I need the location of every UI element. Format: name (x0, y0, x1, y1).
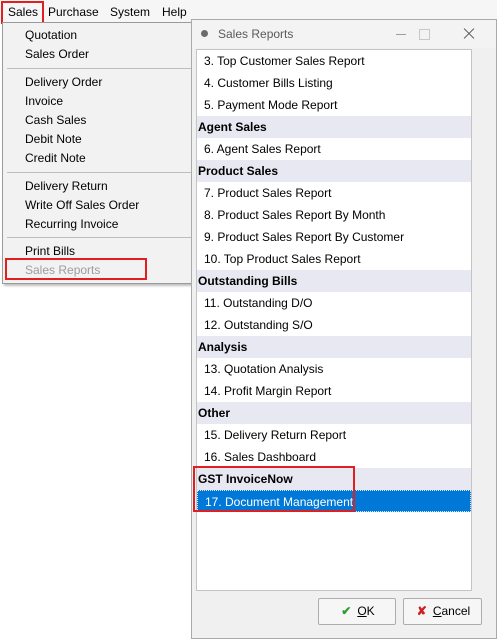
list-group-header: Outstanding Bills (197, 270, 471, 292)
list-group-header: Agent Sales (197, 116, 471, 138)
sales-dropdown-menu: Quotation Sales Order Delivery Order Inv… (2, 22, 196, 284)
menu-item-delivery-return[interactable]: Delivery Return (25, 177, 108, 195)
list-item[interactable]: 9. Product Sales Report By Customer (197, 226, 471, 248)
maximize-icon[interactable] (410, 24, 436, 44)
list-item[interactable]: 10. Top Product Sales Report (197, 248, 471, 270)
list-item[interactable]: 7. Product Sales Report (197, 182, 471, 204)
menu-separator (7, 68, 191, 69)
list-item[interactable]: 5. Payment Mode Report (197, 94, 471, 116)
list-item[interactable]: 12. Outstanding S/O (197, 314, 471, 336)
app-icon (201, 30, 208, 37)
list-group-header: Product Sales (197, 160, 471, 182)
menu-separator (7, 172, 191, 173)
list-item[interactable]: 14. Profit Margin Report (197, 380, 471, 402)
close-icon[interactable] (456, 24, 482, 44)
list-item[interactable]: 15. Delivery Return Report (197, 424, 471, 446)
list-item[interactable]: 3. Top Customer Sales Report (197, 50, 471, 72)
dialog-titlebar[interactable]: Sales Reports (192, 20, 496, 48)
menu-item-recurring-invoice[interactable]: Recurring Invoice (25, 215, 118, 233)
check-icon: ✔ (341, 604, 352, 618)
annotation-highlight-sales-reports (5, 258, 147, 280)
list-item[interactable]: 13. Quotation Analysis (197, 358, 471, 380)
cancel-button[interactable]: ✘ Cancel (403, 598, 482, 625)
menu-system[interactable]: System (110, 4, 150, 21)
menu-item-invoice[interactable]: Invoice (25, 92, 63, 110)
menu-item-credit-note[interactable]: Credit Note (25, 149, 86, 167)
list-group-header: Other (197, 402, 471, 424)
cancel-label-rest: ancel (441, 604, 471, 618)
sales-reports-dialog: Sales Reports 3. Top Customer Sales Repo… (191, 19, 497, 639)
menu-item-debit-note[interactable]: Debit Note (25, 130, 82, 148)
x-icon: ✘ (416, 604, 427, 618)
menu-item-delivery-order[interactable]: Delivery Order (25, 73, 102, 91)
menu-item-write-off-sales-order[interactable]: Write Off Sales Order (25, 196, 139, 214)
ok-mnemonic: O (357, 604, 367, 618)
list-group-header: Analysis (197, 336, 471, 358)
ok-button[interactable]: ✔ OK (318, 598, 396, 625)
list-item[interactable]: 8. Product Sales Report By Month (197, 204, 471, 226)
annotation-highlight-gst-invoicenow (193, 466, 355, 512)
annotation-highlight-sales (1, 1, 44, 24)
list-item[interactable]: 6. Agent Sales Report (197, 138, 471, 160)
menu-separator (7, 237, 191, 238)
menu-purchase[interactable]: Purchase (48, 4, 99, 21)
list-item[interactable]: 4. Customer Bills Listing (197, 72, 471, 94)
menu-item-quotation[interactable]: Quotation (25, 26, 77, 44)
menu-help[interactable]: Help (162, 4, 187, 21)
menu-item-cash-sales[interactable]: Cash Sales (25, 111, 86, 129)
dialog-title: Sales Reports (218, 27, 294, 41)
menu-item-sales-order[interactable]: Sales Order (25, 45, 89, 63)
list-item[interactable]: 11. Outstanding D/O (197, 292, 471, 314)
list-item[interactable]: 16. Sales Dashboard (197, 446, 471, 468)
ok-label-rest: K (366, 604, 375, 618)
screen: Sales Purchase System Help Quotation Sal… (0, 0, 497, 639)
